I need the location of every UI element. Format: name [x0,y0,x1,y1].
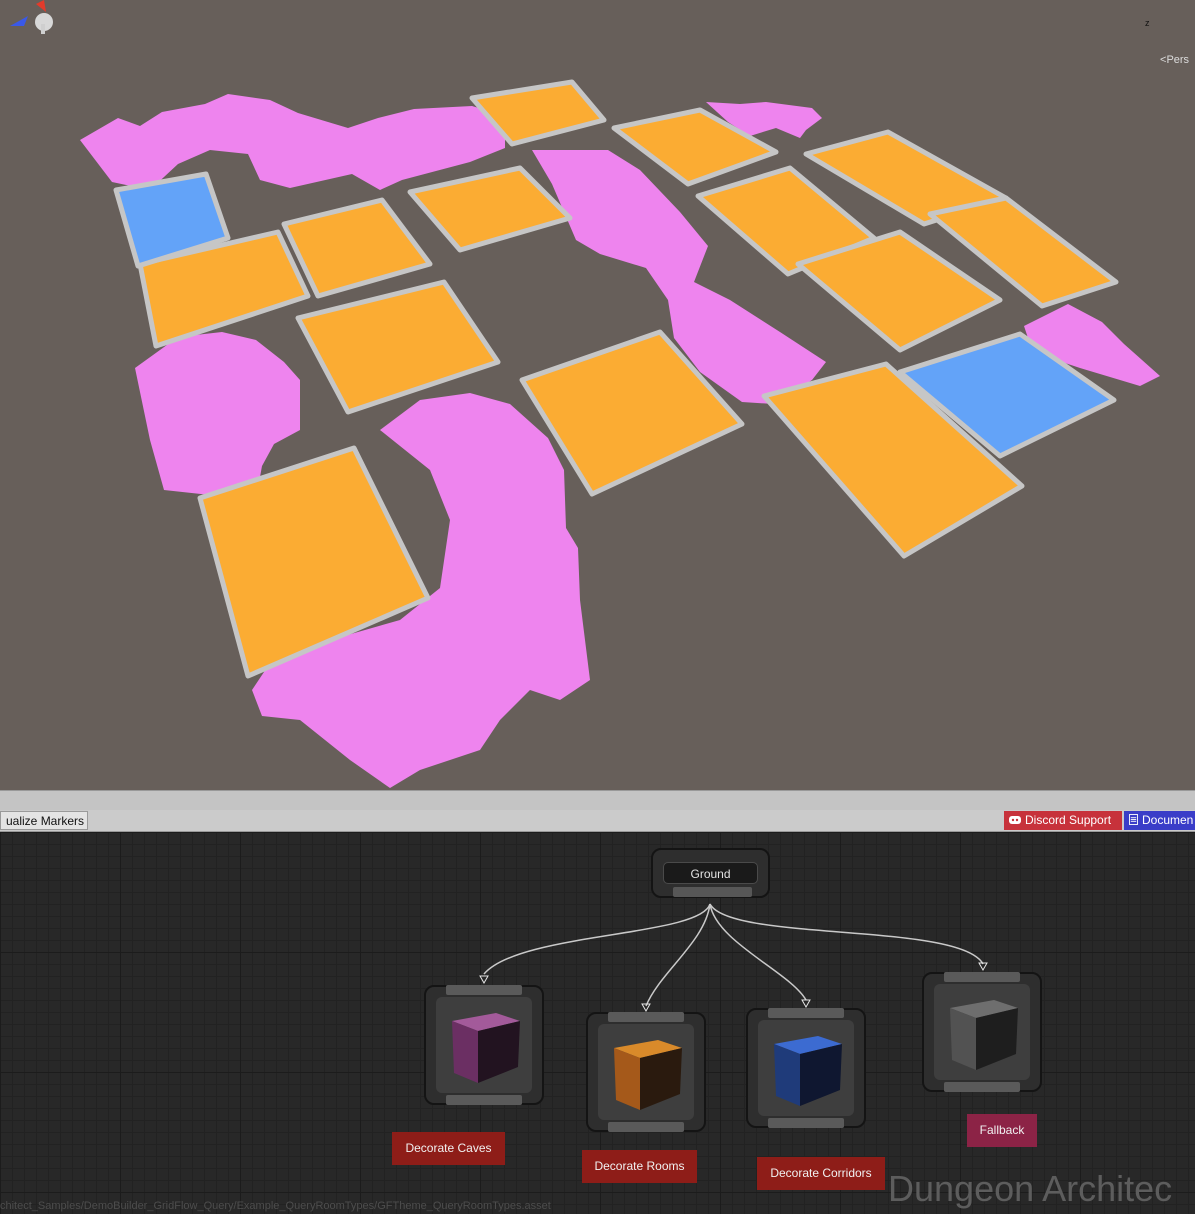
perspective-label[interactable]: <Pers [1160,54,1189,66]
fallback-output-pin[interactable] [944,1082,1020,1092]
dungeon-architect-watermark: Dungeon Architec [888,1168,1173,1209]
ground-output-pin[interactable] [673,887,752,897]
fallback-marker-node[interactable] [922,972,1042,1092]
cave-region-north [80,94,505,190]
cave-cube-icon [452,1013,520,1083]
orientation-gizmo-icon[interactable] [0,0,60,70]
caves-node-body [436,997,532,1093]
corridor-cube-icon [774,1036,842,1106]
discord-icon [1009,816,1021,824]
corridors-node-body [758,1020,854,1116]
room-4 [407,165,573,253]
decorate-caves-label[interactable]: Decorate Caves [392,1132,505,1165]
caves-input-pin[interactable] [446,985,522,995]
rooms-output-pin[interactable] [608,1122,684,1132]
ground-node-label: Ground [663,862,758,884]
arrow-caves-icon [479,975,489,985]
caves-marker-node[interactable] [424,985,544,1105]
caves-output-pin[interactable] [446,1095,522,1105]
arrow-fallback-icon [978,962,988,972]
corridors-marker-node[interactable] [746,1008,866,1128]
ground-node[interactable]: Ground [651,848,770,898]
room-cube-icon [614,1040,682,1110]
perspective-text: Pers [1166,54,1190,66]
decorate-rooms-label[interactable]: Decorate Rooms [582,1150,697,1183]
fallback-cube-icon [950,1000,1018,1070]
corridors-input-pin[interactable] [768,1008,844,1018]
link-ground-corridors [709,903,807,1001]
panel-splitter[interactable] [0,790,1195,810]
asset-path: chitect_Samples/DemoBuilder_GridFlow_Que… [0,1200,551,1212]
rooms-input-pin[interactable] [608,1012,684,1022]
gizmo-axis-label: z [1145,18,1150,28]
rooms-marker-node[interactable] [586,1012,706,1132]
documentation-label: Documen [1142,813,1194,827]
discord-support-label: Discord Support [1025,813,1112,827]
link-ground-fallback [709,903,984,965]
fallback-node-body [934,984,1030,1080]
decorate-corridors-label[interactable]: Decorate Corridors [757,1157,885,1190]
discord-support-button[interactable]: Discord Support [1004,811,1122,830]
arrow-corridors-icon [801,999,811,1009]
room-5 [281,197,433,299]
document-icon [1129,814,1138,825]
rooms-node-body [598,1024,694,1120]
fallback-input-pin[interactable] [944,972,1020,982]
cave-region-west [135,332,300,495]
scene-viewport[interactable]: z <Pers [0,0,1195,790]
visualize-markers-button[interactable]: ualize Markers [0,811,88,830]
room-10 [295,279,501,415]
link-ground-rooms [645,903,711,1007]
fallback-label[interactable]: Fallback [967,1114,1037,1147]
theme-graph-canvas[interactable]: Ground Decorate Caves Decorate Rooms Dec… [0,832,1195,1214]
documentation-button[interactable]: Documen [1124,811,1195,830]
graph-toolbar: ualize Markers Discord Support Documen [0,810,1195,832]
corridors-output-pin[interactable] [768,1118,844,1128]
dungeon-layout [80,79,1160,788]
